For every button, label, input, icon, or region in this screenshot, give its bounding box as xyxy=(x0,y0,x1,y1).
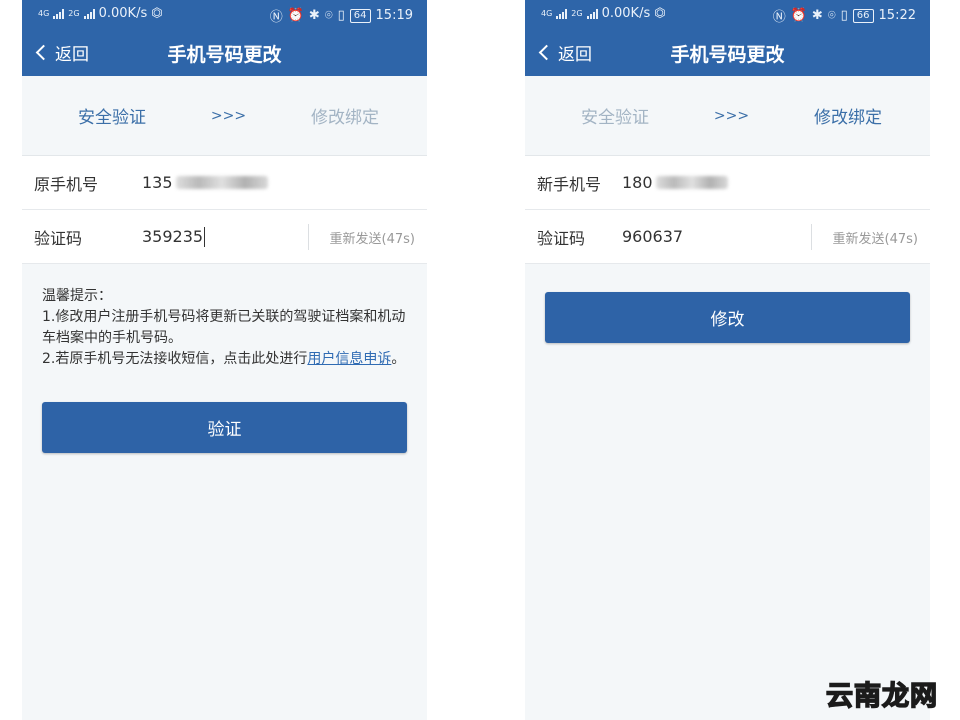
nfc-icon: Ⓝ xyxy=(772,10,786,25)
code-label: 验证码 xyxy=(34,228,83,248)
vibrate-icon: ▯ xyxy=(840,8,848,23)
signal-icon xyxy=(586,8,598,19)
alarm-icon: ⏰ xyxy=(287,8,304,23)
step-security-verify: 安全验证 xyxy=(581,108,649,128)
header: 4G 2G 0.00K/s ⏣ Ⓝ ⏰ ✱ ⌾ ▯ 64 15:19 返回 手机… xyxy=(22,0,427,76)
signal-icon xyxy=(53,8,65,19)
step-indicator: 安全验证 >>> 修改绑定 xyxy=(525,76,930,156)
old-phone-value: 135 xyxy=(142,173,173,192)
net-speed: 0.00K/s xyxy=(98,6,148,21)
step-indicator: 安全验证 >>> 修改绑定 xyxy=(22,76,427,156)
old-phone-row: 原手机号 135 xyxy=(22,156,427,210)
code-value: 960637 xyxy=(622,227,684,246)
tips-line-1: 1.修改用户注册手机号码将更新已关联的驾驶证档案和机动车档案中的手机号码。 xyxy=(42,309,406,346)
blurred-digits xyxy=(655,176,728,189)
blurred-digits xyxy=(175,176,268,189)
divider xyxy=(308,224,309,250)
vibrate-icon: ▯ xyxy=(337,8,345,23)
code-input[interactable]: 960637 xyxy=(622,227,683,246)
tips-line-2-end: 。 xyxy=(391,351,406,367)
phone-screen-verify: 4G 2G 0.00K/s ⏣ Ⓝ ⏰ ✱ ⌾ ▯ 64 15:19 返回 手机… xyxy=(22,0,427,720)
new-phone-label: 新手机号 xyxy=(537,174,602,194)
page-title: 手机号码更改 xyxy=(670,44,785,66)
tips-line-2: 2.若原手机号无法接收短信，点击此处进行用户信息申诉。 xyxy=(42,349,407,370)
signal-icon xyxy=(556,8,568,19)
alarm-icon: ⏰ xyxy=(790,8,807,23)
bluetooth-icon: ✱ xyxy=(811,8,823,23)
app-notification-icon: ⏣ xyxy=(654,6,666,21)
step-arrows: >>> xyxy=(713,107,750,124)
modify-button[interactable]: 修改 xyxy=(545,292,910,343)
clock: 15:22 xyxy=(878,8,916,23)
sim1-label: 4G xyxy=(541,8,553,18)
verify-button[interactable]: 验证 xyxy=(42,402,407,453)
status-bar: 4G 2G 0.00K/s ⏣ Ⓝ ⏰ ✱ ⌾ ▯ 64 15:19 xyxy=(22,0,427,28)
sim2-label: 2G xyxy=(571,8,583,18)
resend-code-button[interactable]: 重新发送(47s) xyxy=(330,228,415,247)
code-value: 359235 xyxy=(142,227,204,246)
location-icon: ⌾ xyxy=(324,8,333,23)
header: 4G 2G 0.00K/s ⏣ Ⓝ ⏰ ✱ ⌾ ▯ 66 15:22 返回 手机… xyxy=(525,0,930,76)
phone-screen-modify: 4G 2G 0.00K/s ⏣ Ⓝ ⏰ ✱ ⌾ ▯ 66 15:22 返回 手机… xyxy=(525,0,930,720)
step-security-verify: 安全验证 xyxy=(78,108,146,128)
nav-bar: 返回 手机号码更改 xyxy=(525,32,930,72)
text-caret xyxy=(204,226,206,247)
tips-title: 温馨提示： xyxy=(42,288,112,304)
battery-icon: 66 xyxy=(852,8,874,23)
net-speed: 0.00K/s xyxy=(601,6,651,21)
old-phone-field[interactable]: 135 xyxy=(142,173,268,192)
divider xyxy=(811,224,812,250)
nfc-icon: Ⓝ xyxy=(269,10,283,25)
new-phone-value: 180 xyxy=(622,173,653,192)
step-modify-binding: 修改绑定 xyxy=(310,108,379,128)
new-phone-row: 新手机号 180 xyxy=(525,156,930,210)
bluetooth-icon: ✱ xyxy=(308,8,320,23)
location-icon: ⌾ xyxy=(827,8,836,23)
code-row: 验证码 960637 重新发送(47s) xyxy=(525,210,930,264)
status-bar: 4G 2G 0.00K/s ⏣ Ⓝ ⏰ ✱ ⌾ ▯ 66 15:22 xyxy=(525,0,930,28)
sim1-label: 4G xyxy=(38,8,50,18)
code-row: 验证码 359235 重新发送(47s) xyxy=(22,210,427,264)
step-modify-binding: 修改绑定 xyxy=(813,108,882,128)
modify-form: 新手机号 180 验证码 960637 重新发送(47s) xyxy=(525,156,930,264)
battery-icon: 64 xyxy=(349,8,371,23)
signal-icon xyxy=(83,8,95,19)
resend-code-button[interactable]: 重新发送(47s) xyxy=(833,228,918,247)
user-info-appeal-link[interactable]: 用户信息申诉 xyxy=(307,351,391,367)
clock: 15:19 xyxy=(375,8,413,23)
tips-section: 温馨提示： 1.修改用户注册手机号码将更新已关联的驾驶证档案和机动车档案中的手机… xyxy=(22,264,427,370)
verify-form: 原手机号 135 验证码 359235 重新发送(47s) xyxy=(22,156,427,264)
new-phone-input[interactable]: 180 xyxy=(622,173,728,192)
step-arrows: >>> xyxy=(210,107,247,124)
code-input[interactable]: 359235 xyxy=(142,226,206,247)
app-notification-icon: ⏣ xyxy=(151,6,163,21)
tips-line-2-text: 2.若原手机号无法接收短信，点击此处进行 xyxy=(42,351,308,367)
page-title: 手机号码更改 xyxy=(167,44,282,66)
sim2-label: 2G xyxy=(68,8,80,18)
watermark-logo: 云南龙网 xyxy=(825,680,938,713)
old-phone-label: 原手机号 xyxy=(34,174,99,194)
nav-bar: 返回 手机号码更改 xyxy=(22,32,427,72)
code-label: 验证码 xyxy=(537,228,586,248)
